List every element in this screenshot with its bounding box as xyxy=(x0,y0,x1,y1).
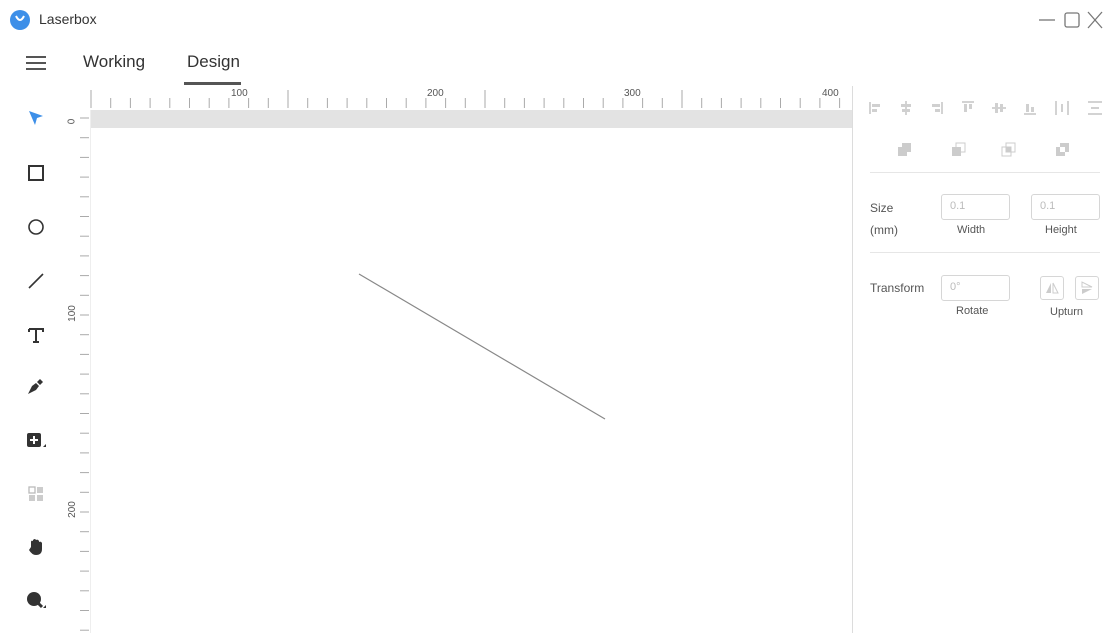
top-ruler-ticks xyxy=(90,90,841,108)
design-canvas[interactable] xyxy=(91,128,852,633)
properties-panel xyxy=(852,86,1109,633)
hamburger-icon[interactable] xyxy=(26,53,46,73)
square-icon xyxy=(28,165,44,181)
left-ruler-label-0: 0 xyxy=(66,118,78,125)
align-toolbar xyxy=(869,101,1102,115)
tab-working[interactable]: Working xyxy=(83,52,145,72)
left-ruler-label-200: 200 xyxy=(66,501,78,518)
canvas-drawing xyxy=(358,273,606,420)
height-label: Height xyxy=(1045,224,1077,236)
align-left-icon[interactable] xyxy=(869,102,880,114)
subtract-icon[interactable] xyxy=(952,142,966,156)
drawn-line[interactable] xyxy=(358,273,606,420)
insert-tool-button[interactable] xyxy=(22,426,50,454)
pan-tool-button[interactable] xyxy=(22,533,50,561)
hand-icon xyxy=(29,539,42,555)
rectangle-tool-button[interactable] xyxy=(22,159,50,187)
text-tool-button[interactable] xyxy=(22,321,50,349)
line-icon xyxy=(28,273,44,289)
top-ruler-label-400: 400 xyxy=(822,88,839,99)
top-ruler-label-200: 200 xyxy=(427,88,444,99)
zoom-tool-button[interactable] xyxy=(22,586,50,614)
close-icon[interactable] xyxy=(1085,8,1105,32)
align-right-icon[interactable] xyxy=(932,102,943,114)
align-center-vertical-icon[interactable] xyxy=(992,103,1006,113)
top-ruler-label-100: 100 xyxy=(231,88,248,99)
top-ruler: 100 200 300 400 xyxy=(68,86,852,110)
boolean-toolbar xyxy=(898,142,1069,157)
left-ruler: 0 100 200 xyxy=(66,110,91,633)
ruler-band xyxy=(91,110,852,128)
rotate-label: Rotate xyxy=(956,305,989,317)
select-tool-button[interactable] xyxy=(22,104,50,132)
array-tool-button[interactable] xyxy=(22,480,50,508)
rotate-input[interactable]: 0° xyxy=(941,275,1010,301)
flip-vertical-button[interactable] xyxy=(1075,276,1099,300)
app-title: Laserbox xyxy=(39,11,97,27)
intersect-icon[interactable] xyxy=(1001,142,1016,157)
distribute-horizontal-icon[interactable] xyxy=(1055,101,1069,115)
app-logo-icon xyxy=(10,10,30,30)
pen-tool-button[interactable] xyxy=(22,372,50,400)
union-icon[interactable] xyxy=(898,143,911,156)
menu-bar xyxy=(0,40,1109,86)
grid-icon xyxy=(28,486,43,501)
panel-divider xyxy=(870,252,1100,253)
left-ruler-label-100: 100 xyxy=(66,305,78,322)
circle-icon xyxy=(28,219,44,235)
upturn-label: Upturn xyxy=(1050,306,1084,318)
align-top-icon[interactable] xyxy=(962,101,974,112)
zoom-icon xyxy=(27,592,46,609)
flip-horizontal-button[interactable] xyxy=(1040,276,1064,300)
top-ruler-label-300: 300 xyxy=(624,88,641,99)
flip-horizontal-icon xyxy=(1046,282,1059,294)
size-unit-label: (mm) xyxy=(870,223,898,237)
active-tab-indicator xyxy=(184,82,241,85)
tab-design[interactable]: Design xyxy=(187,52,240,72)
cursor-arrow-icon xyxy=(29,111,43,125)
size-label: Size xyxy=(870,201,894,215)
width-label: Width xyxy=(957,224,986,236)
text-icon xyxy=(28,328,44,343)
flip-vertical-icon xyxy=(1081,281,1093,294)
add-image-icon xyxy=(27,433,46,447)
pen-icon xyxy=(28,379,43,394)
panel-divider xyxy=(870,172,1100,173)
line-tool-button[interactable] xyxy=(22,267,50,295)
distribute-vertical-icon[interactable] xyxy=(1088,101,1102,115)
transform-label: Transform xyxy=(870,281,925,295)
height-input[interactable]: 0.1 xyxy=(1031,194,1100,220)
width-input[interactable]: 0.1 xyxy=(941,194,1010,220)
left-ruler-ticks xyxy=(80,117,89,631)
exclude-icon[interactable] xyxy=(1056,143,1069,156)
ellipse-tool-button[interactable] xyxy=(22,213,50,241)
title-bar: Laserbox xyxy=(0,0,1109,40)
align-center-horizontal-icon[interactable] xyxy=(901,101,911,115)
maximize-icon[interactable] xyxy=(1062,8,1082,32)
align-bottom-icon[interactable] xyxy=(1024,104,1036,115)
minimize-icon[interactable] xyxy=(1037,8,1057,32)
